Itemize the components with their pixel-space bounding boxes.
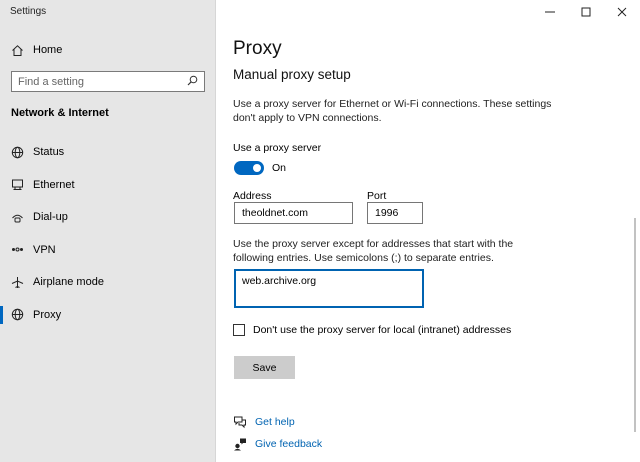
- vpn-icon: [10, 243, 24, 257]
- scrollbar[interactable]: [634, 218, 636, 432]
- local-bypass-row[interactable]: Don't use the proxy server for local (in…: [233, 324, 511, 336]
- port-label: Port: [367, 190, 387, 202]
- sidebar-item-label: Home: [33, 44, 63, 56]
- sidebar-item-dialup[interactable]: Dial-up: [0, 207, 215, 227]
- use-proxy-label: Use a proxy server: [233, 142, 322, 154]
- caption-buttons: [532, 0, 640, 24]
- close-button[interactable]: [604, 0, 640, 24]
- sidebar-item-label: Status: [33, 146, 65, 158]
- give-feedback-label[interactable]: Give feedback: [255, 438, 322, 450]
- sidebar-item-label: Airplane mode: [33, 276, 104, 288]
- save-button[interactable]: Save: [234, 356, 295, 379]
- get-help-link[interactable]: Get help: [233, 415, 295, 429]
- get-help-label[interactable]: Get help: [255, 416, 295, 428]
- local-bypass-label: Don't use the proxy server for local (in…: [253, 324, 512, 336]
- address-field[interactable]: [234, 202, 353, 224]
- sidebar-item-label: Dial-up: [33, 211, 68, 223]
- window-title: Settings: [10, 6, 47, 17]
- search-icon[interactable]: [187, 73, 198, 91]
- proxy-description: Use a proxy server for Ethernet or Wi-Fi…: [233, 98, 552, 124]
- port-field[interactable]: [367, 202, 423, 224]
- section-heading: Manual proxy setup: [233, 67, 351, 82]
- sidebar-item-label: Proxy: [33, 308, 62, 321]
- exceptions-description: Use the proxy server except for addresse…: [233, 238, 514, 264]
- local-bypass-checkbox[interactable]: [233, 324, 245, 336]
- sidebar: Settings Home Network & Internet Status …: [0, 0, 216, 462]
- search-box: [11, 71, 205, 92]
- sidebar-item-label: Ethernet: [33, 178, 75, 191]
- section-title: Network & Internet: [11, 107, 109, 119]
- toggle-state-label: On: [272, 162, 287, 174]
- ethernet-icon: [10, 178, 24, 192]
- sidebar-item-label: VPN: [33, 243, 56, 256]
- use-proxy-toggle[interactable]: [234, 161, 264, 175]
- minimize-icon: [545, 11, 555, 13]
- minimize-button[interactable]: [532, 0, 568, 24]
- toggle-knob: [253, 164, 261, 172]
- address-label: Address: [233, 190, 272, 202]
- give-feedback-link[interactable]: Give feedback: [233, 437, 322, 451]
- maximize-icon: [581, 7, 591, 17]
- home-icon: [10, 43, 24, 57]
- sidebar-nav: Status Ethernet Dial-up VPN Airplane mod…: [0, 142, 215, 337]
- airplane-icon: [10, 275, 24, 289]
- sidebar-item-status[interactable]: Status: [0, 142, 215, 162]
- globe-icon: [10, 145, 24, 159]
- sidebar-item-home[interactable]: Home: [10, 41, 200, 59]
- maximize-button[interactable]: [568, 0, 604, 24]
- sidebar-item-airplane-mode[interactable]: Airplane mode: [0, 272, 215, 292]
- globe-icon: [10, 308, 24, 322]
- help-chat-icon: [233, 415, 247, 429]
- feedback-icon: [233, 437, 247, 451]
- close-icon: [617, 7, 627, 17]
- page-title: Proxy: [233, 38, 282, 59]
- sidebar-item-ethernet[interactable]: Ethernet: [0, 175, 215, 195]
- sidebar-item-vpn[interactable]: VPN: [0, 240, 215, 260]
- sidebar-item-proxy[interactable]: Proxy: [0, 305, 215, 325]
- search-input[interactable]: [18, 75, 187, 88]
- dialup-icon: [10, 210, 24, 224]
- exceptions-field[interactable]: web.archive.org: [234, 269, 424, 308]
